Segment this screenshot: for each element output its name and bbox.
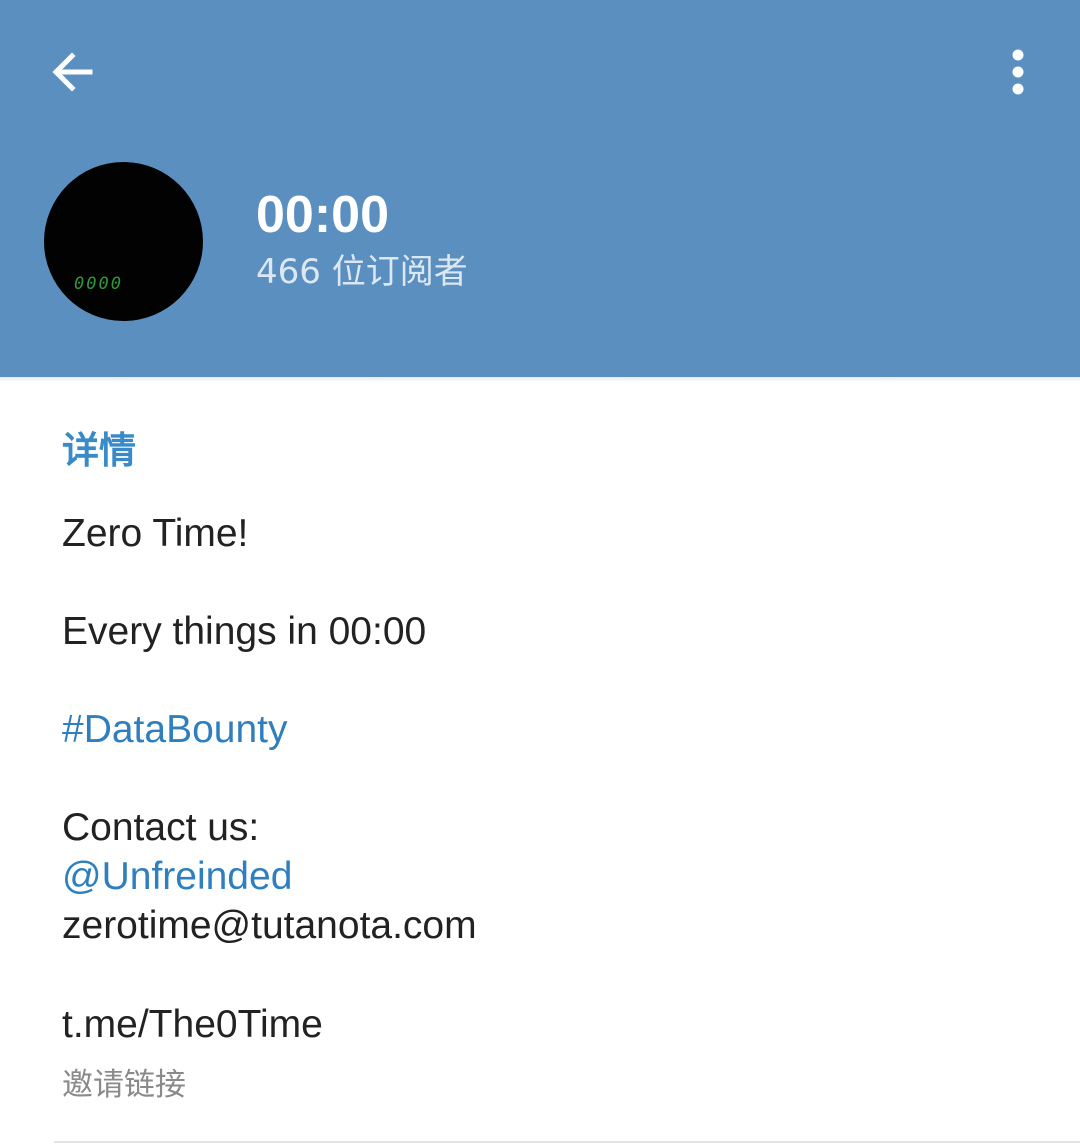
channel-title: 00:00 [256, 186, 389, 244]
contact-username-link[interactable]: @Unfreinded [62, 853, 292, 901]
details-section-title: 详情 [62, 429, 136, 472]
invite-link[interactable]: t.me/The0Time [62, 1001, 323, 1049]
hashtag-link[interactable]: #DataBounty [62, 706, 288, 754]
contact-label: Contact us: [62, 806, 260, 849]
description-line-1: Zero Time! [62, 512, 249, 555]
contact-email[interactable]: zerotime@tutanota.com [62, 902, 477, 950]
invite-link-label: 邀请链接 [62, 1067, 186, 1103]
back-button[interactable] [40, 40, 104, 104]
channel-avatar[interactable]: 0000 [44, 162, 203, 321]
avatar-clock-text: 0000 [74, 274, 123, 294]
divider [54, 1141, 1080, 1143]
arrow-left-icon [52, 52, 93, 92]
header-shadow [0, 377, 1080, 382]
channel-header: 0000 00:00 466 位订阅者 [0, 0, 1080, 377]
description-line-2: Every things in 00:00 [62, 610, 427, 653]
more-vertical-icon [1012, 49, 1024, 95]
more-options-button[interactable] [986, 40, 1050, 104]
subscriber-count: 466 位订阅者 [256, 252, 468, 292]
